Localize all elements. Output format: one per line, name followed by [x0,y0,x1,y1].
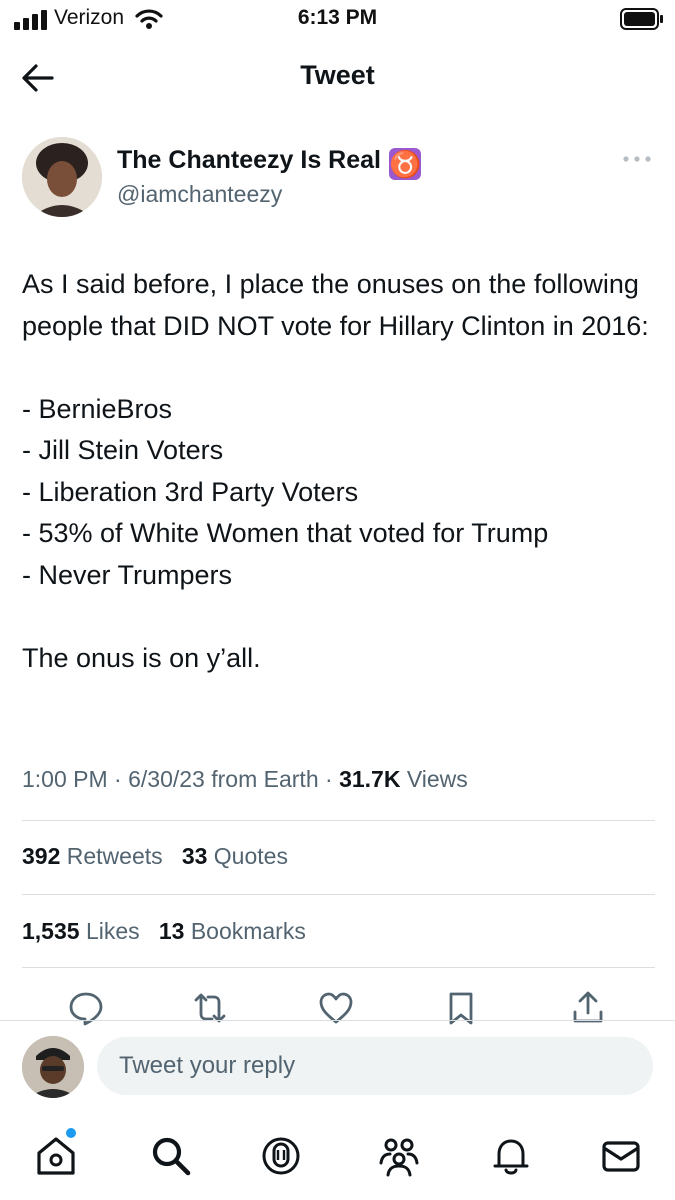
like-icon[interactable] [316,988,356,1028]
stats-row-retweets: 392 Retweets 33 Quotes [22,843,288,870]
user-avatar[interactable] [22,1036,84,1098]
bookmarks-label: Bookmarks [190,918,306,944]
tweet-time: 1:00 PM [22,766,108,792]
reply-placeholder: Tweet your reply [119,1052,296,1079]
search-icon[interactable] [148,1133,194,1179]
likes-count: 1,535 [22,918,80,944]
tweet-text: As I said before, I place the onuses on … [22,269,649,673]
retweets-stat[interactable]: 392 Retweets [22,843,163,869]
battery-icon [620,8,663,30]
bookmarks-count: 13 [158,918,185,944]
reply-input[interactable]: Tweet your reply [97,1037,653,1095]
quotes-count: 33 [181,843,208,869]
home-notification-dot [66,1128,76,1138]
author-name-text[interactable]: The Chanteezy Is Real [117,146,381,174]
retweet-icon[interactable] [190,988,230,1028]
bookmarks-stat[interactable]: 13 Bookmarks [159,918,306,944]
stats-row-likes: 1,535 Likes 13 Bookmarks [22,918,306,945]
views-count: 31.7K [339,766,401,792]
page-title: Tweet [300,60,375,90]
bookmark-icon[interactable] [441,988,481,1028]
notifications-icon[interactable] [488,1133,534,1179]
likes-stat[interactable]: 1,535 Likes [22,918,140,944]
divider [22,820,655,821]
author-handle[interactable]: @iamchanteezy [117,181,282,208]
quotes-label: Quotes [213,843,288,869]
taurus-emoji-icon: ♉ [388,148,422,180]
retweets-label: Retweets [66,843,163,869]
messages-icon[interactable] [598,1133,644,1179]
tweet-source: from Earth [211,766,319,792]
retweets-count: 392 [22,843,61,869]
more-options-icon[interactable] [620,150,654,168]
views-label[interactable]: Views [407,766,468,792]
home-icon[interactable] [33,1133,79,1179]
divider [22,894,655,895]
divider [22,967,655,968]
quotes-stat[interactable]: 33 Quotes [182,843,288,869]
likes-label: Likes [85,918,140,944]
reply-icon[interactable] [66,988,106,1028]
reply-bar-divider [0,1020,675,1021]
status-bar: Verizon 6:13 PM [0,0,675,40]
author-avatar[interactable] [22,137,102,217]
status-time: 6:13 PM [297,6,378,29]
tweet-meta: 1:00 PM · 6/30/23 from Earth · 31.7K Vie… [22,766,468,792]
tweet-date: 6/30/23 [128,766,205,792]
spaces-icon[interactable] [258,1133,304,1179]
author-name[interactable]: The Chanteezy Is Real ♉ [117,146,421,180]
communities-icon[interactable] [376,1133,422,1179]
share-icon[interactable] [568,988,608,1028]
